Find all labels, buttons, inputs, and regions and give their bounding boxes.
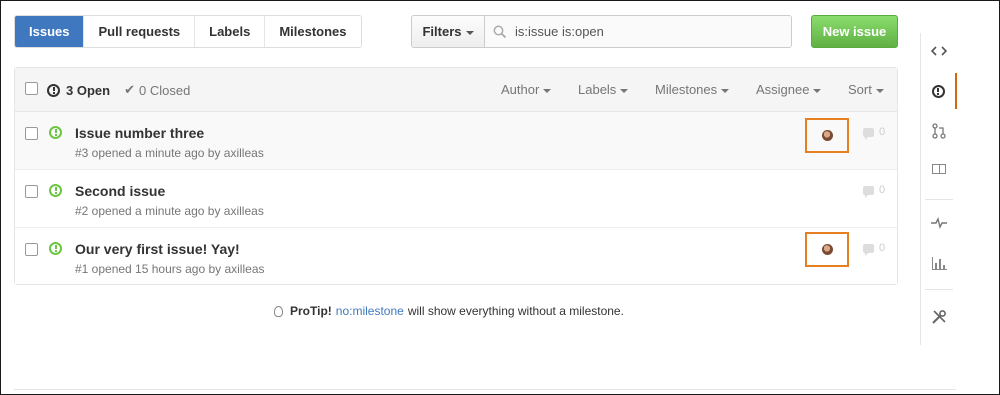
search-box (485, 16, 791, 47)
comment-icon (863, 185, 874, 198)
caret-down-icon (620, 88, 629, 93)
labels-filter-menu[interactable]: Labels (578, 82, 629, 97)
assignee-highlight (805, 232, 849, 267)
issue-meta-text: #2 opened a minute ago by (75, 204, 221, 218)
caret-down-icon (721, 88, 730, 93)
light-bulb-icon (274, 305, 283, 317)
issue-row[interactable]: Second issue #2 opened a minute ago by a… (15, 170, 897, 228)
issue-meta: #2 opened a minute ago by axilleas (75, 204, 264, 218)
sort-menu[interactable]: Sort (848, 82, 884, 97)
comment-count[interactable]: 0 (863, 184, 886, 198)
issue-opened-icon (49, 242, 62, 255)
caret-down-icon (543, 88, 552, 93)
closed-filter[interactable]: ✔ 0 Closed (124, 82, 190, 98)
new-issue-button[interactable]: New issue (811, 15, 898, 48)
sort-label: Sort (848, 82, 872, 97)
labels-filter-label: Labels (578, 82, 617, 97)
protip: ProTip! no:milestone will show everythin… (274, 304, 624, 318)
issue-title-link[interactable]: Issue number three (75, 125, 204, 141)
pull-request-icon (932, 123, 946, 139)
issue-meta-text: #3 opened a minute ago by (75, 146, 221, 160)
issue-meta-text: #1 opened 15 hours ago by (75, 262, 222, 276)
protip-milestone-link[interactable]: no:milestone (336, 304, 404, 318)
issue-meta: #3 opened a minute ago by axilleas (75, 146, 264, 160)
pulse-icon (931, 217, 947, 229)
filters-button-label: Filters (422, 24, 462, 39)
comment-count[interactable]: 0 (863, 126, 886, 140)
sidebar-divider (925, 199, 953, 200)
sidebar-item-code[interactable] (921, 33, 957, 69)
subnav-milestones[interactable]: Milestones (264, 16, 361, 47)
sidebar-divider (925, 289, 953, 290)
repo-sidebar (920, 33, 957, 345)
caret-down-icon (465, 30, 474, 35)
issues-icon (931, 84, 945, 98)
issue-checkbox[interactable] (25, 127, 38, 140)
check-icon: ✔ (124, 82, 135, 97)
issue-author-link[interactable]: axilleas (224, 204, 264, 218)
wiki-icon (932, 164, 946, 174)
sidebar-item-wiki[interactable] (921, 151, 957, 187)
comment-icon (863, 127, 874, 140)
caret-down-icon (875, 88, 884, 93)
protip-text: will show everything without a milestone… (407, 304, 624, 318)
issue-checkbox[interactable] (25, 185, 38, 198)
sidebar-item-pulse[interactable] (921, 205, 957, 241)
sidebar-item-pull-requests[interactable] (921, 113, 957, 149)
issue-author-link[interactable]: axilleas (224, 146, 264, 160)
comment-icon (863, 243, 874, 256)
comment-count[interactable]: 0 (863, 242, 886, 256)
issue-checkbox[interactable] (25, 243, 38, 256)
issue-author-link[interactable]: axilleas (224, 262, 264, 276)
subnav-pull-requests[interactable]: Pull requests (83, 16, 195, 47)
code-icon (931, 46, 947, 56)
assignee-filter-menu[interactable]: Assignee (756, 82, 822, 97)
settings-icon (932, 310, 946, 324)
sidebar-item-settings[interactable] (921, 299, 957, 335)
author-filter-menu[interactable]: Author (501, 82, 552, 97)
issue-row[interactable]: Issue number three #3 opened a minute ag… (15, 112, 897, 170)
filters-button[interactable]: Filters (412, 16, 485, 47)
comment-count-value: 0 (879, 184, 886, 196)
issue-title-link[interactable]: Second issue (75, 183, 165, 199)
assignee-filter-label: Assignee (756, 82, 810, 97)
comment-count-value: 0 (879, 126, 886, 138)
search-input[interactable] (515, 24, 785, 39)
issue-states: 3 Open ✔ 0 Closed (47, 82, 190, 98)
milestones-filter-label: Milestones (655, 82, 718, 97)
comment-count-value: 0 (879, 242, 886, 254)
issues-table-header: 3 Open ✔ 0 Closed Author Labels Mileston… (15, 68, 897, 112)
assignee-avatar[interactable] (822, 130, 833, 141)
issue-meta: #1 opened 15 hours ago by axilleas (75, 262, 265, 276)
issues-table: 3 Open ✔ 0 Closed Author Labels Mileston… (14, 67, 898, 285)
assignee-avatar[interactable] (822, 244, 833, 255)
search-icon (493, 25, 507, 38)
subnav-labels[interactable]: Labels (194, 16, 265, 47)
sidebar-item-issues[interactable] (921, 73, 957, 109)
issue-opened-icon (47, 83, 60, 97)
graphs-icon (931, 256, 947, 270)
open-count-label: 3 Open (66, 82, 111, 98)
subnav-issues[interactable]: Issues (15, 16, 84, 47)
closed-count-label: 0 Closed (138, 82, 191, 98)
assignee-highlight (805, 118, 849, 153)
open-filter[interactable]: 3 Open (47, 83, 110, 98)
issues-subnav: Issues Pull requests Labels Milestones (14, 15, 362, 48)
sidebar-item-graphs[interactable] (921, 245, 957, 281)
protip-label: ProTip! (290, 304, 332, 318)
issue-opened-icon (49, 184, 62, 197)
author-filter-label: Author (501, 82, 540, 97)
issue-title-link[interactable]: Our very first issue! Yay! (75, 241, 240, 257)
filter-bar: Filters (411, 15, 792, 48)
milestones-filter-menu[interactable]: Milestones (655, 82, 730, 97)
footer-divider (14, 389, 956, 390)
issue-opened-icon (49, 126, 62, 139)
issue-row[interactable]: Our very first issue! Yay! #1 opened 15 … (15, 228, 897, 284)
select-all-checkbox[interactable] (25, 82, 38, 95)
caret-down-icon (813, 88, 822, 93)
